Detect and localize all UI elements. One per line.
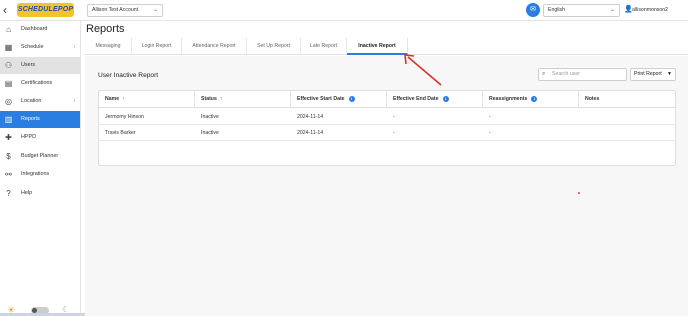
sidebar-item-label: Reports [21,116,40,122]
sidebar-item-schedule[interactable]: ▦ Schedule › [0,39,80,56]
users-icon: ⚇ [4,61,13,70]
logo[interactable]: SCHEDULEPOP [17,3,74,17]
dollar-icon: $ [6,152,11,161]
sidebar-item-label: Dashboard [21,26,48,32]
sidebar-item-label: Integrations [21,171,50,177]
cell-notes [579,109,585,125]
cell-effective-end-date: - [393,114,395,120]
sort-up-icon[interactable]: ↑ [220,96,223,102]
print-report-button[interactable]: Print Report ▼ [630,68,676,81]
column-header-label: Effective End Date [393,96,439,102]
column-header-effective-end-date: Effective End Date i [387,91,483,108]
info-icon[interactable]: i [348,95,355,102]
chat-icon[interactable]: ✉ [526,3,540,17]
certificate-icon: ▤ [4,79,13,88]
column-header-label: Name [105,96,120,102]
account-select-value: Allison Test Account [92,7,139,13]
sidebar-item-users[interactable]: ⚇ Users [0,57,80,74]
user-menu[interactable]: 👤allisonmonson2 [624,4,688,16]
cell-name: Jermomy Hinson [105,114,144,120]
caret-down-icon: ▼ [667,71,672,77]
tab-attendance-report[interactable]: Attendance Report [182,38,247,55]
report-tabs: Messaging Login Report Attendance Report… [85,38,688,55]
sidebar-item-label: Certifications [21,80,53,86]
cell-status: Inactive [201,130,219,136]
column-header-label: Notes [585,96,600,102]
help-icon: ? [6,189,11,198]
search-icon: ⌕ [542,71,546,77]
table-row: Travis Barker Inactive 2024-11-14 - - [99,125,675,141]
column-header-reassignments: Reassignments i [483,91,579,108]
chevron-down-icon: ⌄ [152,7,158,13]
column-header-notes: Notes [579,91,675,108]
print-report-label: Print Report [634,71,662,77]
calendar-icon: ▦ [4,43,13,52]
tab-login-report[interactable]: Login Report [132,38,182,55]
cell-reassignments: - [489,130,491,136]
language-select-value: English [548,7,566,13]
info-icon[interactable]: i [442,95,449,102]
sidebar-item-integrations[interactable]: ⚯ Integrations [0,166,80,183]
tab-set-up-report[interactable]: Set Up Report [247,38,301,55]
username: allisonmonson2 [632,7,669,13]
sidebar-item-reports[interactable]: ▥ Reports [0,111,80,128]
cell-effective-start-date: 2024-11-14 [297,114,324,120]
location-pin-icon: ◎ [5,97,12,106]
sidebar-item-label: Location [21,98,42,104]
top-bar: ‹ SCHEDULEPOP Allison Test Account ⌄ ✉ E… [0,0,688,21]
sidebar-item-label: Help [21,190,33,196]
back-chevron-icon[interactable]: ‹ [3,3,7,17]
sidebar-item-label: Budget Planner [21,153,59,159]
column-header-label: Effective Start Date [297,96,345,102]
table-row: Jermomy Hinson Inactive 2024-11-14 - - [99,109,675,125]
sidebar-item-dashboard[interactable]: ⌂ Dashboard [0,21,80,38]
plus-icon: ✚ [5,133,12,142]
sidebar-item-label: Users [21,62,36,68]
cell-reassignments: - [489,114,491,120]
column-header-label: Status [201,96,217,102]
sidebar-item-label: HPPD [21,134,36,140]
tab-messaging[interactable]: Messaging [85,38,132,55]
info-icon[interactable]: i [531,95,538,102]
page-title: Reports [86,23,125,35]
bar-chart-icon: ▥ [4,115,13,124]
user-icon: 👤 [624,6,633,13]
search-placeholder: Search user [552,71,580,77]
sidebar-item-location[interactable]: ◎ Location › [0,93,80,110]
inactive-report-table: Name ↑ Status ↑ Effective Start Date i Effe… [98,90,676,166]
sidebar: ⌂ Dashboard ▦ Schedule › ⚇ Users ▤ Certi… [0,21,81,316]
column-header-effective-start-date: Effective Start Date i [291,91,387,108]
sidebar-item-help[interactable]: ? Help [0,185,80,202]
link-icon: ⚯ [5,170,12,179]
cell-name: Travis Barker [105,130,136,136]
sort-up-icon[interactable]: ↑ [122,96,125,102]
tab-inactive-report[interactable]: Inactive Report [347,38,408,55]
language-select[interactable]: English ⌄ [543,4,620,17]
sidebar-item-label: Schedule [21,44,44,50]
sidebar-item-certifications[interactable]: ▤ Certifications [0,75,80,92]
column-header-label: Reassignments [489,96,528,102]
chevron-down-icon: ⌄ [609,7,615,13]
chevron-right-icon: › [73,98,75,104]
tab-late-report[interactable]: Late Report [301,38,347,55]
cell-notes [579,125,585,141]
sidebar-item-budget-planner[interactable]: $ Budget Planner [0,148,80,165]
column-header-name[interactable]: Name ↑ [99,91,195,108]
column-header-status[interactable]: Status ↑ [195,91,291,108]
annotation-dot [578,192,580,194]
home-icon: ⌂ [6,25,11,34]
search-input[interactable]: ⌕ Search user [538,68,627,81]
sidebar-item-hppd[interactable]: ✚ HPPD [0,129,80,146]
chevron-right-icon: › [73,44,75,50]
cell-effective-end-date: - [393,130,395,136]
cell-effective-start-date: 2024-11-14 [297,130,324,136]
report-title: User Inactive Report [98,72,159,79]
cell-status: Inactive [201,114,219,120]
table-header: Name ↑ Status ↑ Effective Start Date i Effe… [99,91,675,108]
account-select[interactable]: Allison Test Account ⌄ [87,4,163,17]
